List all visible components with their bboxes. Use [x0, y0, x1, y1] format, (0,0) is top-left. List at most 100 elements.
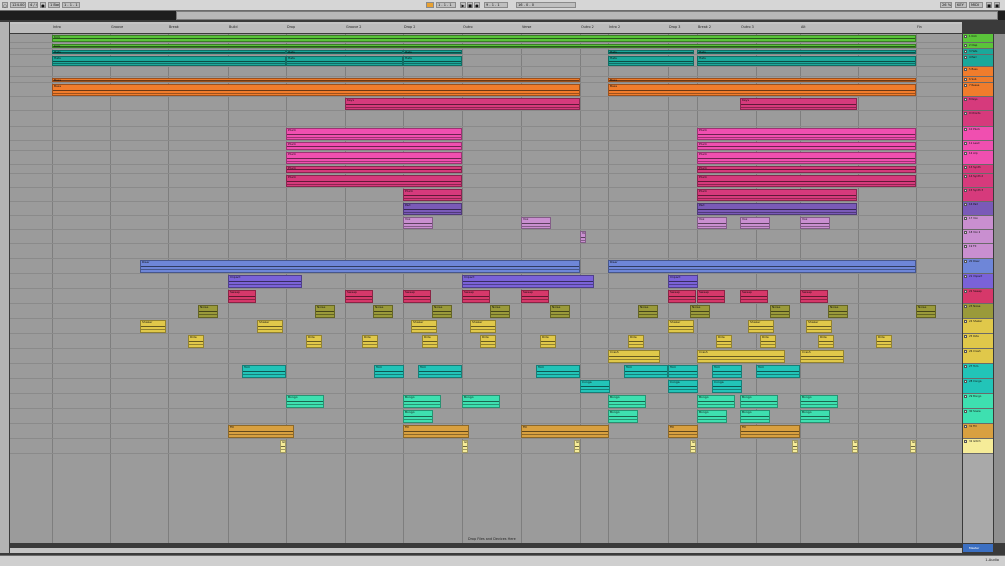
clip[interactable]: Noise — [198, 305, 218, 318]
locator-marker[interactable]: Intro — [53, 25, 61, 29]
track-activator-button[interactable] — [964, 440, 967, 443]
time-signature-field[interactable]: 4 / 4 — [28, 2, 38, 8]
clip[interactable]: Tom — [374, 365, 404, 378]
clip[interactable]: Bongo — [697, 410, 727, 423]
clip[interactable]: Bongo — [403, 395, 441, 408]
clip[interactable]: Fill — [740, 425, 800, 438]
metronome-quantize-select[interactable]: 1 Bar — [48, 2, 60, 8]
track-activator-button[interactable] — [964, 98, 967, 101]
clip[interactable]: Impact — [228, 275, 302, 288]
track-header[interactable]: 14 Synth 2 — [963, 174, 993, 188]
clip[interactable]: Hats — [52, 50, 286, 54]
clip[interactable]: Bass — [52, 84, 580, 96]
clip[interactable]: Impact — [668, 275, 698, 288]
clip[interactable]: Conga — [580, 380, 610, 393]
clip[interactable]: Pluck — [286, 152, 462, 164]
clip[interactable]: Crash — [800, 350, 844, 363]
clip[interactable]: Tom — [624, 365, 668, 378]
track-header[interactable]: 10 Pluck — [963, 127, 993, 141]
clip[interactable]: Shaker — [411, 320, 437, 333]
track-activator-button[interactable] — [964, 217, 967, 220]
track-header[interactable]: 29 Bongo — [963, 394, 993, 409]
locator-marker[interactable]: Drop — [287, 25, 295, 29]
track-activator-button[interactable] — [964, 50, 967, 53]
clip[interactable]: Tom — [756, 365, 800, 378]
clip[interactable]: Glitch — [792, 440, 798, 453]
clip[interactable]: Vox — [403, 217, 433, 229]
clip[interactable]: Bongo — [740, 410, 770, 423]
track-header[interactable]: 16 Pad — [963, 202, 993, 216]
track-header[interactable]: 15 Synth 3 — [963, 188, 993, 202]
track-lane[interactable] — [10, 364, 962, 379]
clip[interactable]: Conga — [712, 380, 742, 393]
quantize-select[interactable]: 1 . 1 . 1 — [62, 2, 80, 8]
clip[interactable]: Crash — [697, 350, 785, 363]
locator-marker[interactable]: Intro 2 — [609, 25, 620, 29]
clip[interactable]: Hats — [52, 56, 286, 66]
clip[interactable]: Crash — [608, 350, 660, 363]
clip[interactable]: Shaker — [470, 320, 496, 333]
track-header[interactable]: 21 Impact — [963, 274, 993, 289]
clip[interactable]: Hats — [608, 56, 694, 66]
record-icon[interactable]: ● — [474, 2, 480, 8]
locator-marker[interactable]: Outro — [463, 25, 473, 29]
clip[interactable]: Noise — [550, 305, 570, 318]
bottom-time-ruler[interactable] — [10, 548, 962, 553]
track-header[interactable]: 22 Sweep — [963, 289, 993, 304]
clip[interactable]: Impact — [462, 275, 594, 288]
track-lane[interactable] — [10, 379, 962, 394]
clip[interactable]: Pad — [403, 203, 462, 215]
key-map-button[interactable]: KEY — [955, 2, 967, 8]
arrangement-overview[interactable] — [176, 11, 998, 20]
clip[interactable]: Glitch — [280, 440, 286, 453]
track-activator-button[interactable] — [964, 260, 967, 263]
loop-start-field[interactable]: 9 . 1 . 1 — [484, 2, 508, 8]
track-lane[interactable] — [10, 304, 962, 319]
clip[interactable]: Tom — [536, 365, 580, 378]
track-header[interactable]: 18 Vox 2 — [963, 230, 993, 244]
clip[interactable]: Sweep — [740, 290, 768, 303]
clip[interactable]: Hats — [403, 56, 462, 66]
track-activator-button[interactable] — [964, 175, 967, 178]
clip[interactable]: Hats — [286, 50, 403, 54]
clip[interactable]: Ride — [188, 335, 204, 348]
locator-marker[interactable]: Alt — [801, 25, 806, 29]
track-lanes[interactable]: KickKickHatsHatsHatsHatsHatsHatsHatsHats… — [10, 34, 962, 543]
clip[interactable]: Pluck — [286, 142, 462, 150]
track-header[interactable]: 13 Synth — [963, 165, 993, 174]
clip[interactable]: Bass — [608, 84, 916, 96]
clip[interactable]: Hats — [608, 50, 694, 54]
locator-marker[interactable]: Groove 2 — [346, 25, 361, 29]
locator-marker[interactable]: Groove — [111, 25, 123, 29]
clip[interactable]: Conga — [668, 380, 698, 393]
clip[interactable]: Glitch — [910, 440, 916, 453]
locator-marker[interactable]: Fin — [917, 25, 922, 29]
track-header[interactable]: 24 Shaker — [963, 319, 993, 334]
track-header[interactable]: 12 Arp — [963, 151, 993, 165]
loop-length-field[interactable]: 16 . 0 . 0 — [516, 2, 576, 8]
clip[interactable]: Sweep — [521, 290, 549, 303]
clip[interactable]: Tom — [668, 365, 698, 378]
track-activator-button[interactable] — [964, 380, 967, 383]
clip[interactable]: Pluck — [697, 189, 857, 201]
track-activator-button[interactable] — [964, 112, 967, 115]
clip[interactable]: Bass — [608, 78, 916, 82]
clip[interactable]: Noise — [432, 305, 452, 318]
clip[interactable]: Noise — [828, 305, 848, 318]
master-track-header[interactable]: Master — [963, 544, 993, 552]
clip[interactable]: Glitch — [462, 440, 468, 453]
track-header[interactable]: 26 Crash — [963, 349, 993, 364]
locator-row[interactable]: Intro Groove Break Build Drop Groove 2 Drop 2 O… — [10, 24, 962, 33]
clip[interactable]: Kick — [52, 35, 916, 42]
track-lane[interactable] — [10, 244, 962, 259]
clip[interactable]: Noise — [770, 305, 790, 318]
locator-marker[interactable]: Break 2 — [698, 25, 711, 29]
track-lane[interactable] — [10, 439, 962, 454]
clip[interactable]: Bongo — [608, 410, 638, 423]
clip[interactable]: Noise — [690, 305, 710, 318]
clip[interactable]: Vox — [740, 217, 770, 229]
clip[interactable]: Fill — [228, 425, 294, 438]
track-activator-button[interactable] — [964, 305, 967, 308]
locator-marker[interactable]: Verse — [522, 25, 531, 29]
clip[interactable]: Sweep — [462, 290, 490, 303]
